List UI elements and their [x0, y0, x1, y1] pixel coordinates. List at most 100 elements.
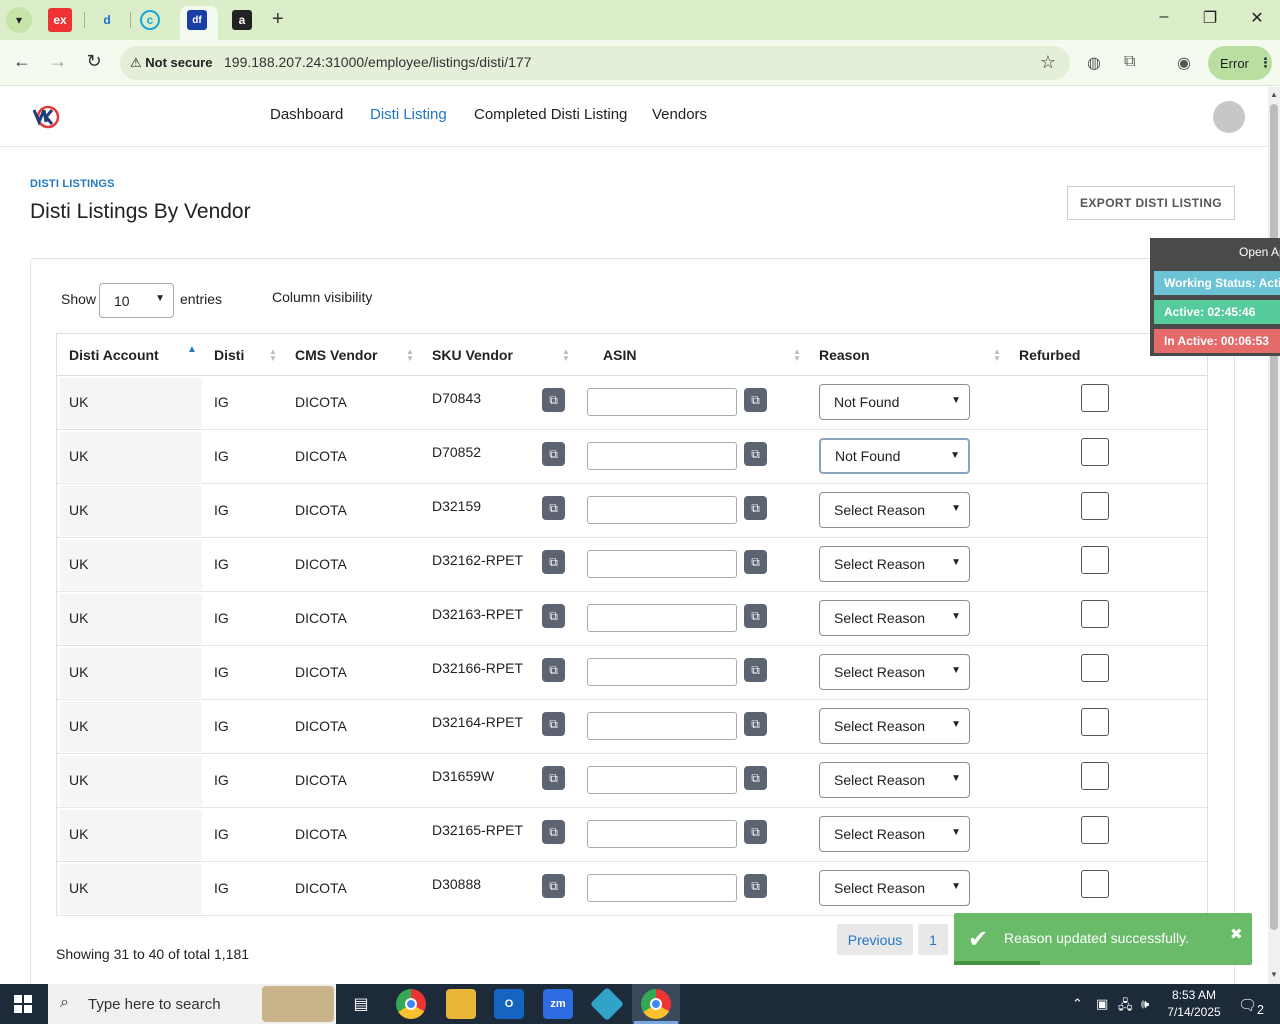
- scroll-up-icon[interactable]: ▲: [1268, 90, 1280, 99]
- url-omnibox[interactable]: ⚠ Not secure 199.188.207.24:31000/employ…: [120, 46, 1070, 80]
- notification-icon[interactable]: 🗨2: [1238, 996, 1264, 1017]
- copy-asin-button[interactable]: ⧉: [744, 712, 767, 736]
- volume-icon[interactable]: 🕪: [1141, 996, 1149, 1012]
- col-header-asin[interactable]: ASIN ▲ ▼: [576, 334, 807, 376]
- reason-select[interactable]: Select Reason ▼: [819, 546, 970, 582]
- tab-favicon-ex[interactable]: ex: [48, 8, 72, 32]
- reload-icon[interactable]: ↻: [82, 51, 106, 72]
- copy-sku-button[interactable]: ⧉: [542, 388, 565, 412]
- chrome-icon[interactable]: [396, 989, 426, 1019]
- url-text[interactable]: 199.188.207.24:31000/employee/listings/d…: [224, 54, 531, 70]
- open-app-link[interactable]: Open Ap: [1239, 245, 1280, 259]
- copy-asin-button[interactable]: ⧉: [744, 604, 767, 628]
- extensions-puzzle-icon[interactable]: ⧉: [1124, 53, 1135, 71]
- copy-asin-button[interactable]: ⧉: [744, 874, 767, 898]
- asin-input[interactable]: [587, 712, 737, 740]
- refurbed-checkbox[interactable]: [1081, 546, 1109, 574]
- reason-select[interactable]: Select Reason ▼: [819, 600, 970, 636]
- close-window-icon[interactable]: ✕: [1245, 8, 1269, 28]
- asin-input[interactable]: [587, 604, 737, 632]
- restore-icon[interactable]: ❐: [1198, 8, 1222, 28]
- asin-input[interactable]: [587, 388, 737, 416]
- reason-select[interactable]: Select Reason ▼: [819, 816, 970, 852]
- reason-select[interactable]: Select Reason ▼: [819, 870, 970, 906]
- refurbed-checkbox[interactable]: [1081, 654, 1109, 682]
- asin-input[interactable]: [587, 820, 737, 848]
- reason-select[interactable]: Not Found ▼: [819, 438, 970, 474]
- copy-sku-button[interactable]: ⧉: [542, 550, 565, 574]
- app-diamond-icon[interactable]: [590, 987, 624, 1021]
- profile-error-button[interactable]: Error ⋮: [1208, 46, 1272, 80]
- tab-favicon-c[interactable]: c: [140, 10, 160, 30]
- asin-input[interactable]: [587, 874, 737, 902]
- reason-select[interactable]: Select Reason ▼: [819, 708, 970, 744]
- refurbed-checkbox[interactable]: [1081, 492, 1109, 520]
- not-secure-indicator[interactable]: ⚠ Not secure: [130, 55, 212, 71]
- page-1-button[interactable]: 1: [918, 924, 948, 955]
- nav-completed-disti-listing[interactable]: Completed Disti Listing: [474, 106, 627, 123]
- entries-per-page-select[interactable]: 10 ▼: [99, 283, 174, 318]
- asin-input[interactable]: [587, 766, 737, 794]
- forward-arrow-icon[interactable]: →: [46, 51, 70, 72]
- file-explorer-icon[interactable]: [446, 989, 476, 1019]
- copy-asin-button[interactable]: ⧉: [744, 442, 767, 466]
- refurbed-checkbox[interactable]: [1081, 762, 1109, 790]
- copy-asin-button[interactable]: ⧉: [744, 658, 767, 682]
- zoom-icon[interactable]: zm: [543, 989, 573, 1019]
- scroll-down-icon[interactable]: ▼: [1268, 970, 1280, 979]
- copy-sku-button[interactable]: ⧉: [542, 658, 565, 682]
- tab-favicon-amazon[interactable]: a: [232, 10, 252, 30]
- minimize-icon[interactable]: –: [1152, 8, 1176, 26]
- refurbed-checkbox[interactable]: [1081, 438, 1109, 466]
- copy-asin-button[interactable]: ⧉: [744, 766, 767, 790]
- refurbed-checkbox[interactable]: [1081, 816, 1109, 844]
- close-icon[interactable]: ✖: [1230, 925, 1243, 943]
- copy-asin-button[interactable]: ⧉: [744, 388, 767, 412]
- system-clock[interactable]: 8:53 AM 7/14/2025: [1164, 987, 1224, 1021]
- kebab-menu-icon[interactable]: ⋮: [1259, 55, 1272, 71]
- column-visibility-button[interactable]: Column visibility: [272, 289, 372, 305]
- task-view-icon[interactable]: ▤: [346, 989, 376, 1019]
- col-header-cms-vendor[interactable]: CMS Vendor ▲ ▼: [283, 334, 420, 376]
- col-header-reason[interactable]: Reason ▲ ▼: [807, 334, 1007, 376]
- tab-favicon-df[interactable]: df: [187, 10, 207, 30]
- copy-sku-button[interactable]: ⧉: [542, 874, 565, 898]
- new-tab-plus-icon[interactable]: +: [272, 8, 284, 31]
- profile-icon[interactable]: ◉: [1177, 53, 1191, 73]
- tab-search-chevron-icon[interactable]: ▾: [6, 7, 32, 33]
- taskbar-search-input[interactable]: ⌕ Type here to search: [48, 984, 336, 1024]
- copy-asin-button[interactable]: ⧉: [744, 550, 767, 574]
- reason-select[interactable]: Select Reason ▼: [819, 492, 970, 528]
- reason-select[interactable]: Not Found ▼: [819, 384, 970, 420]
- tray-chevron-up-icon[interactable]: ⌃: [1072, 996, 1083, 1012]
- previous-page-button[interactable]: Previous: [837, 924, 913, 955]
- asin-input[interactable]: [587, 550, 737, 578]
- refurbed-checkbox[interactable]: [1081, 870, 1109, 898]
- tray-app-icon[interactable]: ▣: [1096, 996, 1108, 1012]
- copy-sku-button[interactable]: ⧉: [542, 766, 565, 790]
- col-header-disti[interactable]: Disti ▲ ▼: [202, 334, 283, 376]
- export-disti-listing-button[interactable]: EXPORT DISTI LISTING: [1067, 186, 1235, 220]
- copy-sku-button[interactable]: ⧉: [542, 442, 565, 466]
- refurbed-checkbox[interactable]: [1081, 600, 1109, 628]
- chrome-profile-icon[interactable]: [641, 989, 671, 1019]
- scrollbar-thumb[interactable]: [1270, 104, 1278, 930]
- asin-input[interactable]: [587, 658, 737, 686]
- col-header-sku-vendor[interactable]: SKU Vendor ▲ ▼: [420, 334, 576, 376]
- refurbed-checkbox[interactable]: [1081, 384, 1109, 412]
- back-arrow-icon[interactable]: ←: [10, 51, 34, 72]
- copy-sku-button[interactable]: ⧉: [542, 604, 565, 628]
- asin-input[interactable]: [587, 496, 737, 524]
- tab-favicon-d[interactable]: d: [95, 8, 119, 32]
- copy-asin-button[interactable]: ⧉: [744, 496, 767, 520]
- outlook-icon[interactable]: O: [494, 989, 524, 1019]
- asin-input[interactable]: [587, 442, 737, 470]
- nav-vendors[interactable]: Vendors: [652, 106, 707, 123]
- nav-disti-listing[interactable]: Disti Listing: [370, 106, 447, 123]
- reason-select[interactable]: Select Reason ▼: [819, 762, 970, 798]
- copy-sku-button[interactable]: ⧉: [542, 712, 565, 736]
- copy-sku-button[interactable]: ⧉: [542, 820, 565, 844]
- success-toast[interactable]: ✔ Reason updated successfully. ✖: [954, 913, 1252, 965]
- translate-globe-icon[interactable]: ◍: [1087, 53, 1101, 73]
- copy-asin-button[interactable]: ⧉: [744, 820, 767, 844]
